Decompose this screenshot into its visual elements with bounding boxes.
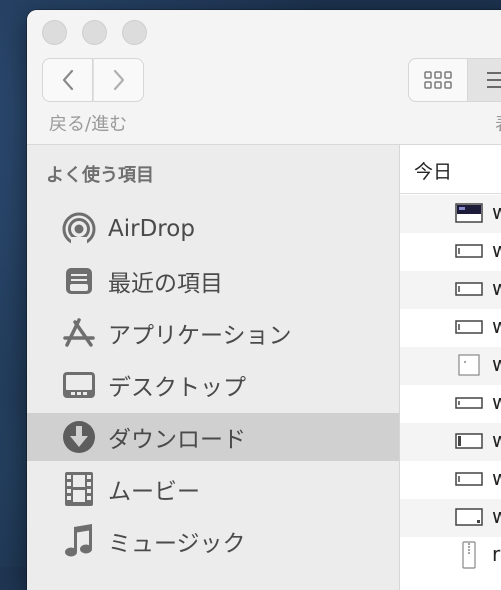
back-button[interactable] xyxy=(42,58,93,102)
sidebar-item-label: ムービー xyxy=(108,472,200,506)
sidebar-item-applications[interactable]: アプリケーション xyxy=(27,309,399,357)
airdrop-icon xyxy=(61,211,97,247)
grid-icon xyxy=(424,71,452,89)
file-name: r xyxy=(492,542,500,566)
file-name: w xyxy=(492,200,501,224)
screenshot-icon xyxy=(455,278,483,300)
file-name: w xyxy=(492,314,501,338)
list-item[interactable]: r xyxy=(400,537,501,575)
downloads-icon xyxy=(61,419,97,455)
file-name: w xyxy=(492,390,501,414)
back-forward-label: 戻る/進む xyxy=(49,110,127,136)
sidebar-item-label: アプリケーション xyxy=(108,316,292,350)
file-name: w xyxy=(492,466,501,490)
list-item[interactable]: w xyxy=(400,385,501,423)
chevron-left-icon xyxy=(61,68,75,92)
zoom-window-button[interactable] xyxy=(122,20,147,45)
list-group-header: 今日 xyxy=(400,145,501,194)
sidebar-item-music[interactable]: ミュージック xyxy=(27,517,399,565)
screenshot-icon xyxy=(455,468,483,490)
movies-icon xyxy=(61,471,97,507)
screenshot-icon xyxy=(455,430,483,452)
sidebar-item-label: 最近の項目 xyxy=(108,264,223,298)
list-item[interactable]: w xyxy=(400,233,501,271)
close-window-button[interactable] xyxy=(42,20,67,45)
list-item[interactable]: w xyxy=(400,195,501,233)
screenshot-blank-icon xyxy=(455,354,483,376)
screenshot-icon xyxy=(455,316,483,338)
screenshot-icon xyxy=(455,506,483,528)
sidebar: よく使う項目 AirDrop 最近 xyxy=(27,145,400,590)
minimize-window-button[interactable] xyxy=(82,20,107,45)
forward-button[interactable] xyxy=(93,58,144,102)
group-header-label: 今日 xyxy=(414,157,452,184)
view-mode-group xyxy=(408,58,501,102)
list-item[interactable]: w xyxy=(400,499,501,537)
file-name: w xyxy=(492,276,501,300)
list-icon xyxy=(485,71,501,89)
recents-icon xyxy=(61,263,97,299)
list-item[interactable]: w xyxy=(400,347,501,385)
finder-window: 戻る/進む 表 よく使う項目 xyxy=(27,10,501,590)
sidebar-item-recents[interactable]: 最近の項目 xyxy=(27,257,399,305)
list-item[interactable]: w xyxy=(400,461,501,499)
sidebar-item-label: AirDrop xyxy=(108,216,195,242)
view-label: 表 xyxy=(495,110,501,136)
file-name: w xyxy=(492,504,501,528)
file-name: w xyxy=(492,238,501,262)
sidebar-item-downloads[interactable]: ダウンロード xyxy=(27,413,399,461)
applications-icon xyxy=(61,315,97,351)
screenshot-dark-icon xyxy=(455,202,483,224)
chevron-right-icon xyxy=(112,68,126,92)
sidebar-item-label: ミュージック xyxy=(108,524,246,558)
sidebar-item-label: デスクトップ xyxy=(108,368,246,402)
sidebar-item-airdrop[interactable]: AirDrop xyxy=(27,205,399,253)
screenshot-icon xyxy=(455,392,483,414)
list-item[interactable]: w xyxy=(400,271,501,309)
sidebar-item-movies[interactable]: ムービー xyxy=(27,465,399,513)
zip-file-icon xyxy=(455,541,483,569)
list-item[interactable]: w xyxy=(400,309,501,347)
file-name: w xyxy=(492,352,501,376)
sidebar-item-label: ダウンロード xyxy=(108,420,246,454)
file-name: w xyxy=(492,428,501,452)
back-forward-group xyxy=(42,58,144,102)
list-view-button[interactable] xyxy=(468,58,501,102)
music-icon xyxy=(61,523,97,559)
list-item[interactable]: w xyxy=(400,423,501,461)
toolbar: 戻る/進む 表 xyxy=(27,10,501,145)
screenshot-icon xyxy=(455,240,483,262)
desktop-icon xyxy=(61,367,97,403)
icon-view-button[interactable] xyxy=(408,58,468,102)
favorites-heading: よく使う項目 xyxy=(46,161,154,187)
sidebar-item-desktop[interactable]: デスクトップ xyxy=(27,361,399,409)
file-list: 今日 w w w w xyxy=(400,145,501,590)
